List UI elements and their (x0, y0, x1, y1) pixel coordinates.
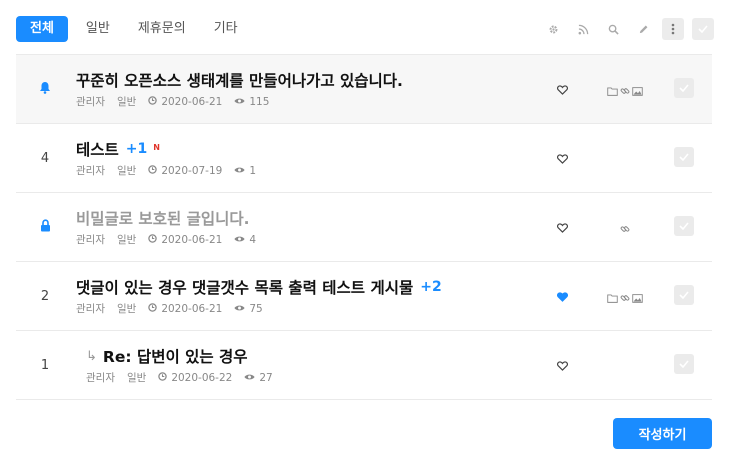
post-meta: 관리자 일반 2020-06-21 115 (76, 94, 281, 109)
gear-icon[interactable] (542, 18, 564, 40)
eye-icon (234, 165, 249, 177)
eye-icon (234, 96, 249, 108)
board-top-bar: 전체 일반 제휴문의 기타 (16, 16, 714, 44)
heart-icon[interactable] (554, 220, 570, 236)
write-post-button[interactable]: 작성하기 (613, 418, 712, 449)
comment-count[interactable]: +2 (420, 279, 441, 295)
row-checkbox[interactable] (674, 78, 694, 98)
post-date: 2020-07-19 (161, 164, 223, 177)
post-title-link[interactable]: 비밀글로 보호된 글입니다. (76, 207, 250, 229)
attachment-icons (601, 289, 649, 305)
view-count: 27 (259, 371, 273, 384)
rss-icon[interactable] (572, 18, 594, 40)
clock-icon (148, 233, 161, 246)
clock-icon (148, 95, 161, 108)
folder-icon (607, 81, 618, 100)
link-icon (620, 219, 630, 238)
board-toolbar (534, 16, 714, 42)
bell-icon (39, 81, 51, 98)
lock-icon (40, 219, 51, 236)
post-number: 2 (40, 289, 50, 304)
post-title-link[interactable]: 꾸준히 오픈소스 생태계를 만들어나가고 있습니다. (76, 69, 403, 91)
category-label: 일반 (116, 303, 137, 315)
view-count: 75 (249, 302, 263, 315)
table-row[interactable]: 4 테스트 +1 N 관리자 일반 2020-07-19 1 (16, 124, 712, 193)
author-name[interactable]: 관리자 (76, 94, 105, 109)
row-checkbox[interactable] (674, 147, 694, 167)
author-name[interactable]: 관리자 (76, 163, 105, 178)
heart-icon[interactable] (554, 82, 570, 98)
heart-icon[interactable] (554, 358, 570, 374)
tab-all[interactable]: 전체 (16, 16, 68, 42)
post-date: 2020-06-21 (161, 233, 223, 246)
link-icon (620, 81, 630, 100)
clock-icon (148, 302, 161, 315)
category-label: 일반 (116, 165, 137, 177)
post-title-link[interactable]: 테스트 (76, 138, 119, 160)
image-icon (632, 288, 643, 307)
eye-icon (244, 372, 259, 384)
post-date: 2020-06-21 (161, 95, 223, 108)
post-date: 2020-06-22 (171, 371, 233, 384)
category-label: 일반 (116, 234, 137, 246)
view-count: 1 (249, 164, 257, 177)
author-name[interactable]: 관리자 (76, 301, 105, 316)
comment-count[interactable]: +1 (126, 141, 147, 157)
post-number: 1 (40, 358, 50, 373)
attachment-icons (601, 220, 649, 236)
category-label: 일반 (126, 372, 147, 384)
row-checkbox[interactable] (674, 354, 694, 374)
attachment-icons (601, 82, 649, 98)
clock-icon (148, 164, 161, 177)
folder-icon (607, 288, 618, 307)
tab-partnership[interactable]: 제휴문의 (138, 16, 186, 42)
view-count: 4 (249, 233, 257, 246)
post-meta: 관리자 일반 2020-06-21 75 (76, 301, 275, 316)
row-checkbox[interactable] (674, 216, 694, 236)
post-date: 2020-06-21 (161, 302, 223, 315)
post-title-link[interactable]: 댓글이 있는 경우 댓글갯수 목록 출력 테스트 게시물 (76, 276, 413, 298)
heart-filled-icon[interactable] (554, 289, 570, 305)
category-tabs: 전체 일반 제휴문의 기타 (16, 16, 266, 42)
heart-icon[interactable] (554, 151, 570, 167)
row-checkbox[interactable] (674, 285, 694, 305)
author-name[interactable]: 관리자 (76, 232, 105, 247)
select-all-checkbox[interactable] (692, 18, 714, 40)
eye-icon (234, 234, 249, 246)
view-count: 115 (249, 95, 270, 108)
pencil-icon[interactable] (632, 18, 654, 40)
new-badge: N (153, 142, 160, 152)
post-title-link[interactable]: Re: 답변이 있는 경우 (103, 345, 248, 367)
clock-icon (158, 371, 171, 384)
reply-arrow-icon: ↳ (86, 348, 97, 364)
table-row[interactable]: 1 ↳ Re: 답변이 있는 경우 관리자 일반 2020-06-22 27 (16, 331, 712, 400)
category-label: 일반 (116, 96, 137, 108)
post-meta: 관리자 일반 2020-07-19 1 (76, 163, 268, 178)
notice-marker (16, 55, 74, 124)
tab-general[interactable]: 일반 (86, 16, 110, 42)
post-meta: 관리자 일반 2020-06-21 4 (76, 232, 268, 247)
post-number: 4 (40, 151, 50, 166)
post-meta: 관리자 일반 2020-06-22 27 (86, 370, 285, 385)
author-name[interactable]: 관리자 (86, 370, 115, 385)
tab-etc[interactable]: 기타 (214, 16, 238, 42)
secret-marker (16, 193, 74, 262)
eye-icon (234, 303, 249, 315)
table-row[interactable]: 비밀글로 보호된 글입니다. 관리자 일반 2020-06-21 4 (16, 193, 712, 262)
table-row[interactable]: 꾸준히 오픈소스 생태계를 만들어나가고 있습니다. 관리자 일반 2020-0… (16, 55, 712, 124)
post-list: 꾸준히 오픈소스 생태계를 만들어나가고 있습니다. 관리자 일반 2020-0… (16, 54, 712, 400)
search-icon[interactable] (602, 18, 624, 40)
image-icon (632, 81, 643, 100)
more-icon[interactable] (662, 18, 684, 40)
table-row[interactable]: 2 댓글이 있는 경우 댓글갯수 목록 출력 테스트 게시물 +2 관리자 일반… (16, 262, 712, 331)
link-icon (620, 288, 630, 307)
